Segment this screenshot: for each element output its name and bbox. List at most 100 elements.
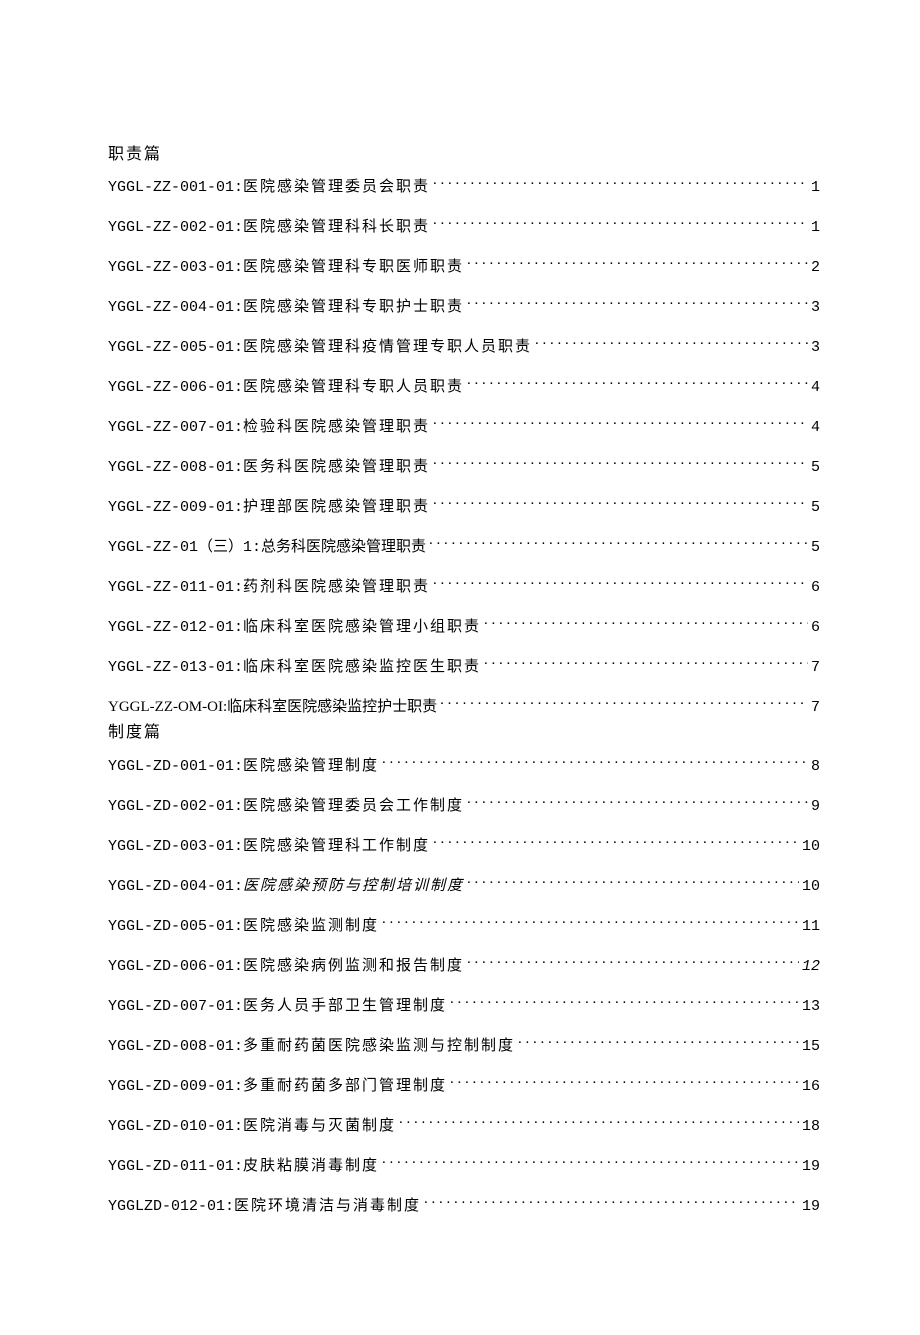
- toc-code: YGGL-ZZ-001-01:: [108, 177, 243, 198]
- toc-code: YGGL-ZZ-012-01:: [108, 617, 243, 638]
- toc-page-number: 3: [811, 337, 820, 358]
- toc-entry: YGGL-ZZ-006-01:医院感染管理科专职人员职责 4: [108, 376, 820, 398]
- toc-code: YGGL-ZZ-011-01:: [108, 577, 243, 598]
- toc-page-number: 6: [811, 577, 820, 598]
- toc-entry: YGGL-ZD-007-01:医务人员手部卫生管理制度13: [108, 995, 820, 1017]
- toc-page-number: 5: [811, 497, 820, 518]
- toc-code: YGGL-ZZ-006-01:: [108, 377, 243, 398]
- toc-title: 护理部医院感染管理职责: [243, 497, 430, 518]
- toc-code: YGGLZD-012-01:: [108, 1196, 234, 1217]
- toc-title: 医院感染管理委员会职责: [243, 177, 430, 198]
- toc-entry: YGGL-ZD-010-01:医院消毒与灭菌制度 18: [108, 1115, 820, 1137]
- toc-leader-dots: [467, 955, 799, 970]
- toc-entry: YGGL-ZZ-011-01:药剂科医院感染管理职责 6: [108, 576, 820, 598]
- toc-entry: YGGL-ZD-003-01:医院感染管理科工作制度 10: [108, 835, 820, 857]
- toc-leader-dots: [440, 696, 808, 711]
- toc-entry: YGGL-ZZ-012-01:临床科室医院感染管理小组职责6: [108, 616, 820, 638]
- toc-leader-dots: [450, 995, 799, 1010]
- toc-leader-dots: [467, 875, 799, 890]
- toc-page-number: 19: [802, 1156, 820, 1177]
- toc-entry: YGGL-ZD-001-01:医院感染管理制度8: [108, 755, 820, 777]
- toc-title: 检验科医院感染管理职责: [243, 417, 430, 438]
- toc-code: YGGL-ZZ-004-01:: [108, 297, 243, 318]
- toc-leader-dots: [467, 256, 808, 271]
- toc-leader-dots: [433, 576, 808, 591]
- toc-leader-dots: [433, 176, 808, 191]
- toc-code: YGGL-ZZ-005-01:: [108, 337, 243, 358]
- toc-entry: YGGL-ZZ-003-01:医院感染管理科专职医师职责 2: [108, 256, 820, 278]
- toc-leader-dots: [382, 915, 799, 930]
- toc-leader-dots: [484, 656, 808, 671]
- section-heading-zz: 职责篇: [108, 144, 820, 166]
- document-page: 职责篇 YGGL-ZZ-001-01:医院感染管理委员会职责1YGGL-ZZ-0…: [0, 0, 920, 1335]
- toc-code: YGGL-ZD-006-01:: [108, 956, 243, 977]
- toc-page-number: 2: [811, 257, 820, 278]
- toc-code: YGGL-ZZ-007-01:: [108, 417, 243, 438]
- toc-code: YGGL-ZZ-008-01:: [108, 457, 243, 478]
- toc-leader-dots: [382, 1155, 799, 1170]
- toc-title: 医院感染管理科专职人员职责: [243, 377, 464, 398]
- toc-code: YGGL-ZD-007-01:: [108, 996, 243, 1017]
- toc-title: 医院感染管理制度: [243, 756, 379, 777]
- toc-entry: YGGL-ZZ-01（三）1:总务科医院感染管理职责5: [108, 536, 820, 558]
- toc-title: 医院感染管理科专职护士职责: [243, 297, 464, 318]
- toc-page-number: 10: [802, 836, 820, 857]
- toc-entry: YGGL-ZZ-001-01:医院感染管理委员会职责1: [108, 176, 820, 198]
- toc-title: 多重耐药菌医院感染监测与控制制度: [243, 1036, 515, 1057]
- toc-page-number: 19: [802, 1196, 820, 1217]
- toc-title: 临床科室医院感染监控医生职责: [243, 657, 481, 678]
- toc-title: 医院感染监测制度: [243, 916, 379, 937]
- toc-entry: YGGL-ZD-002-01:医院感染管理委员会工作制度9: [108, 795, 820, 817]
- toc-code: YGGL-ZZ-003-01:: [108, 257, 243, 278]
- toc-entry: YGGL-ZZ-013-01:临床科室医院感染监控医生职责7: [108, 656, 820, 678]
- toc-code: YGGL-ZZ-009-01:: [108, 497, 243, 518]
- toc-leader-dots: [467, 376, 808, 391]
- toc-leader-dots: [399, 1115, 799, 1130]
- toc-code: YGGL-ZZ-01（三）1:: [108, 537, 261, 558]
- toc-page-number: 11: [802, 916, 820, 937]
- toc-title: 医院感染管理委员会工作制度: [243, 796, 464, 817]
- section-heading-zd: 制度篇: [108, 722, 820, 744]
- toc-page-number: 5: [811, 537, 820, 558]
- toc-entry: YGGL-ZD-011-01:皮肤粘膜消毒制度19: [108, 1155, 820, 1177]
- toc-code: YGGL-ZD-004-01:: [108, 876, 243, 897]
- toc-entry: YGGL-ZZ-002-01:医院感染管理科科长职责1: [108, 216, 820, 238]
- toc-page-number: 7: [811, 657, 820, 678]
- toc-title: 医务科医院感染管理职责: [243, 457, 430, 478]
- toc-leader-dots: [429, 536, 808, 551]
- toc-entry: YGGL-ZD-006-01:医院感染病例监测和报告制度 12: [108, 955, 820, 977]
- toc-leader-dots: [433, 416, 808, 431]
- toc-code: YGGL-ZD-002-01:: [108, 796, 243, 817]
- toc-title: 临床科室医院感染监控护士职责: [227, 697, 437, 718]
- toc-entry: YGGL-ZD-009-01:多重耐药菌多部门管理制度16: [108, 1075, 820, 1097]
- toc-title: 多重耐药菌多部门管理制度: [243, 1076, 447, 1097]
- toc-page-number: 4: [811, 377, 820, 398]
- toc-list-zz: YGGL-ZZ-001-01:医院感染管理委员会职责1 YGGL-ZZ-002-0…: [108, 176, 820, 718]
- toc-title: 医院感染病例监测和报告制度: [243, 956, 464, 977]
- toc-title: 皮肤粘膜消毒制度: [243, 1156, 379, 1177]
- toc-title: 医院感染管理科疫情管理专职人员职责: [243, 337, 532, 358]
- toc-title: 医院感染管理科科长职责: [243, 217, 430, 238]
- toc-page-number: 12: [802, 956, 820, 977]
- toc-entry: YGGL-ZZ-008-01:医务科医院感染管理职责 5: [108, 456, 820, 478]
- toc-page-number: 4: [811, 417, 820, 438]
- toc-leader-dots: [450, 1075, 799, 1090]
- toc-title: 医院环境清洁与消毒制度: [234, 1196, 421, 1217]
- toc-title: 医院感染管理科工作制度: [243, 836, 430, 857]
- toc-title: 药剂科医院感染管理职责: [243, 577, 430, 598]
- toc-page-number: 18: [802, 1116, 820, 1137]
- toc-leader-dots: [424, 1195, 799, 1210]
- toc-title: 医院消毒与灭菌制度: [243, 1116, 396, 1137]
- toc-title: 医院感染管理科专职医师职责: [243, 257, 464, 278]
- toc-page-number: 16: [802, 1076, 820, 1097]
- toc-code: YGGL-ZD-010-01:: [108, 1116, 243, 1137]
- toc-entry: YGGL-ZZ-005-01:医院感染管理科疫情管理专职人员职责 3: [108, 336, 820, 358]
- toc-title: 医务人员手部卫生管理制度: [243, 996, 447, 1017]
- toc-code: YGGL-ZZ-OM-OI:: [108, 697, 227, 718]
- toc-page-number: 7: [811, 697, 820, 718]
- toc-leader-dots: [467, 795, 808, 810]
- toc-code: YGGL-ZD-003-01:: [108, 836, 243, 857]
- toc-page-number: 5: [811, 457, 820, 478]
- toc-leader-dots: [433, 496, 808, 511]
- toc-page-number: 10: [802, 876, 820, 897]
